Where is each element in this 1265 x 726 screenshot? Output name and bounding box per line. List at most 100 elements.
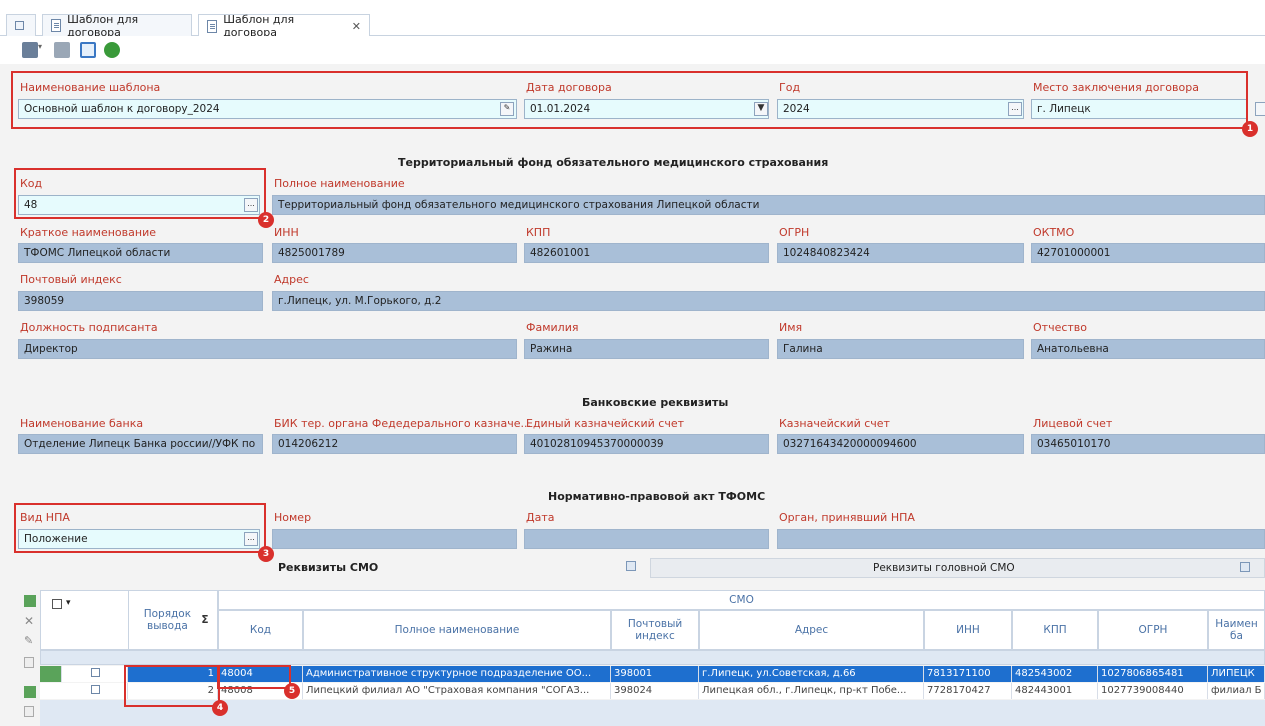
oktmo-label: ОКТМО xyxy=(1033,226,1075,239)
first-name-field[interactable]: Галина xyxy=(777,339,1024,359)
cell-ogrn[interactable]: 1027739008440 xyxy=(1098,683,1208,699)
tab-template-1[interactable]: Шаблон для договора xyxy=(42,12,192,39)
kpp-label: КПП xyxy=(526,226,551,239)
refresh-icon[interactable] xyxy=(104,42,120,58)
head-smo-panel-title: Реквизиты головной СМО xyxy=(873,562,1015,574)
document-icon xyxy=(207,19,218,33)
print-icon[interactable] xyxy=(54,42,70,58)
cell-kpp[interactable]: 482443001 xyxy=(1012,683,1098,699)
paste-icon[interactable] xyxy=(24,706,34,717)
cell-inn[interactable]: 7813171100 xyxy=(924,666,1012,682)
address-label: Адрес xyxy=(274,273,309,286)
col-zip[interactable]: Почтовый индекс xyxy=(611,610,699,650)
row-arrow-icon xyxy=(40,666,62,682)
position-field[interactable]: Директор xyxy=(18,339,517,359)
add-row-icon[interactable] xyxy=(24,595,36,607)
highlight-box-5 xyxy=(217,665,291,689)
chevron-down-icon[interactable]: ▾ xyxy=(38,42,46,58)
ekc-field[interactable]: 40102810945370000039 xyxy=(524,434,769,454)
cell-inn[interactable]: 7728170427 xyxy=(924,683,1012,699)
marker-1: 1 xyxy=(1242,121,1258,137)
marker-3: 3 xyxy=(258,546,274,562)
cell-ogrn[interactable]: 1027806865481 xyxy=(1098,666,1208,682)
npa-title: Нормативно-правовой акт ТФОМС xyxy=(548,490,766,503)
window-icon xyxy=(15,21,24,30)
cell-zip[interactable]: 398001 xyxy=(611,666,699,682)
highlight-box-4 xyxy=(124,665,220,707)
panel-icon[interactable] xyxy=(1240,562,1250,572)
tab-label: Шаблон для договора xyxy=(67,12,139,39)
cell-bank[interactable]: ЛИПЕЦК xyxy=(1208,666,1265,682)
inn-label: ИНН xyxy=(274,226,299,239)
cell-address[interactable]: г.Липецк, ул.Советская, д.66 xyxy=(699,666,924,682)
zip-label: Почтовый индекс xyxy=(20,273,122,286)
kc-field[interactable]: 03271643420000094600 xyxy=(777,434,1024,454)
document-icon xyxy=(51,19,62,32)
highlight-box-2 xyxy=(14,168,266,219)
delete-icon[interactable]: ✕ xyxy=(24,614,34,628)
fullname-field[interactable]: Территориальный фонд обязательного медиц… xyxy=(272,195,1265,215)
chevron-down-icon[interactable]: ▾ xyxy=(66,598,71,608)
col-code[interactable]: Код xyxy=(218,610,303,650)
toolbar xyxy=(0,36,1265,64)
edit-icon[interactable]: ✎ xyxy=(24,634,33,647)
npa-org-field[interactable] xyxy=(777,529,1265,549)
ogrn-field[interactable]: 1024840823424 xyxy=(777,243,1024,263)
cell-fullname[interactable]: Административное структурное подразделен… xyxy=(303,666,611,682)
col-address[interactable]: Адрес xyxy=(699,610,924,650)
npa-date-field[interactable] xyxy=(524,529,769,549)
bank-name-field[interactable]: Отделение Липецк Банка россии//УФК по xyxy=(18,434,263,454)
col-ogrn[interactable]: ОГРН xyxy=(1098,610,1208,650)
npa-number-field[interactable] xyxy=(272,529,517,549)
npa-number-label: Номер xyxy=(274,511,312,524)
middle-name-label: Отчество xyxy=(1033,321,1088,334)
ls-field[interactable]: 03465010170 xyxy=(1031,434,1265,454)
ekc-label: Единый казначейский счет xyxy=(526,417,685,430)
copy-icon[interactable] xyxy=(24,657,34,668)
row-checkbox[interactable] xyxy=(91,668,100,677)
row-checkbox[interactable] xyxy=(91,685,100,694)
position-label: Должность подписанта xyxy=(20,321,158,334)
fit-icon[interactable] xyxy=(80,42,96,58)
save-icon[interactable] xyxy=(22,42,38,58)
filter-row[interactable] xyxy=(40,650,1265,665)
cell-address[interactable]: Липецкая обл., г.Липецк, пр-кт Побе... xyxy=(699,683,924,699)
last-name-field[interactable]: Ражина xyxy=(524,339,769,359)
last-name-label: Фамилия xyxy=(526,321,579,334)
npa-date-label: Дата xyxy=(526,511,555,524)
address-field[interactable]: г.Липецк, ул. М.Горького, д.2 xyxy=(272,291,1265,311)
zip-field[interactable]: 398059 xyxy=(18,291,263,311)
tab-home[interactable] xyxy=(6,14,36,36)
move-icon[interactable] xyxy=(24,686,36,698)
fullname-label: Полное наименование xyxy=(274,177,405,190)
short-name-field[interactable]: ТФОМС Липецкой области xyxy=(18,243,263,263)
cell-zip[interactable]: 398024 xyxy=(611,683,699,699)
middle-name-field[interactable]: Анатольевна xyxy=(1031,339,1265,359)
bank-title: Банковские реквизиты xyxy=(582,396,729,409)
select-all-checkbox[interactable] xyxy=(52,599,62,609)
kc-label: Казначейский счет xyxy=(779,417,890,430)
col-order[interactable]: Порядок вывода Σ xyxy=(128,590,218,650)
kpp-field[interactable]: 482601001 xyxy=(524,243,769,263)
cell-kpp[interactable]: 482543002 xyxy=(1012,666,1098,682)
close-icon[interactable]: ✕ xyxy=(352,20,361,33)
panel-icon[interactable] xyxy=(626,561,636,571)
col-kpp[interactable]: КПП xyxy=(1012,610,1098,650)
edit-icon[interactable] xyxy=(1255,102,1265,116)
oktmo-field[interactable]: 42701000001 xyxy=(1031,243,1265,263)
marker-2: 2 xyxy=(258,212,274,228)
ls-label: Лицевой счет xyxy=(1033,417,1113,430)
cell-fullname[interactable]: Липецкий филиал АО "Страховая компания "… xyxy=(303,683,611,699)
marker-4: 4 xyxy=(212,700,228,716)
short-name-label: Краткое наименование xyxy=(20,226,156,239)
marker-5: 5 xyxy=(284,683,300,699)
smo-panel-title: Реквизиты СМО xyxy=(278,561,379,574)
tab-bar: Шаблон для договора Шаблон для договора ✕ xyxy=(0,0,1265,39)
col-inn[interactable]: ИНН xyxy=(924,610,1012,650)
bik-field[interactable]: 014206212 xyxy=(272,434,517,454)
cell-bank[interactable]: филиал Б xyxy=(1208,683,1265,699)
col-fullname[interactable]: Полное наименование xyxy=(303,610,611,650)
tab-template-2[interactable]: Шаблон для договора ✕ xyxy=(198,13,370,39)
inn-field[interactable]: 4825001789 xyxy=(272,243,517,263)
col-bank[interactable]: Наимен ба xyxy=(1208,610,1265,650)
